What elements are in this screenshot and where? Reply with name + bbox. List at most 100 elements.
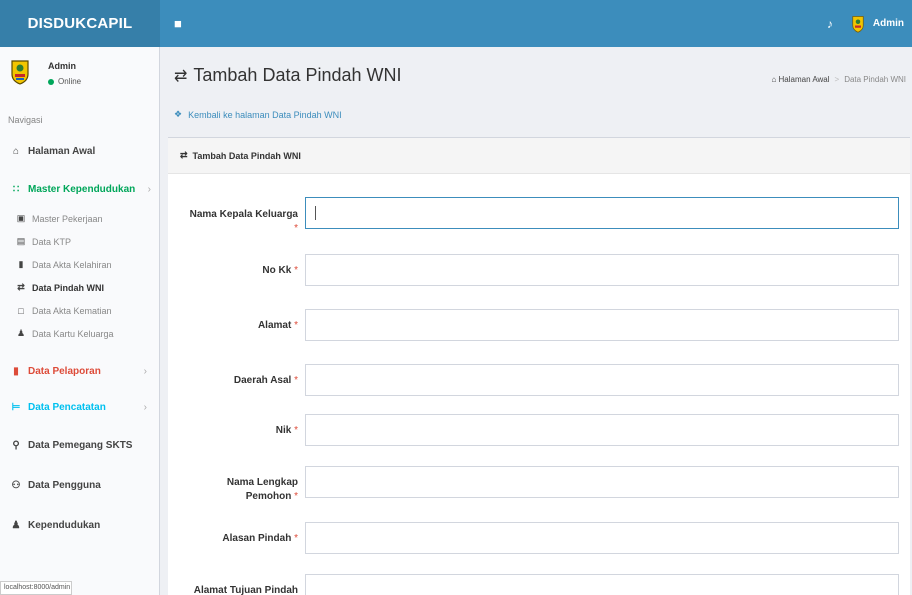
sidebar-item-label: Master Kependudukan xyxy=(28,183,136,195)
breadcrumb-home-label: Halaman Awal xyxy=(778,75,830,84)
alasan-pindah-input[interactable] xyxy=(305,522,899,554)
sidebar-subitem-label: Data Akta Kelahiran xyxy=(32,259,112,270)
sidebar-subitem-data-kartu-keluarga[interactable]: ♟ Data Kartu Keluarga xyxy=(0,322,159,345)
app-logo[interactable]: DISDUKCAPIL xyxy=(0,0,160,47)
field-label-text: No Kk xyxy=(262,265,292,276)
field-label-text: Alamat Tujuan Pindah xyxy=(193,585,298,595)
user-name: Admin xyxy=(48,61,76,71)
sidebar-item-data-pengguna[interactable]: ⚇ Data Pengguna xyxy=(0,465,159,505)
field-label-nama-lengkap-pemohon: Nama Lengkap Pemohon * xyxy=(227,476,298,504)
sidebar-item-label: Data Pemegang SKTS xyxy=(28,439,133,451)
field-label-alamat: Alamat * xyxy=(258,319,298,333)
sidebar: Admin Online Navigasi ⌂ Halaman Awal ∷ M… xyxy=(0,47,160,595)
sidebar-subitem-data-akta-kelahiran[interactable]: ▮ Data Akta Kelahiran xyxy=(0,253,159,276)
nav-header: Navigasi xyxy=(8,115,43,125)
users-icon: ⚇ xyxy=(11,479,21,491)
book-icon: ▮ xyxy=(13,365,19,377)
form-box-header: ⇄ Tambah Data Pindah WNI xyxy=(168,138,910,174)
field-label-nama-kepala-keluarga: Nama Kepala Keluarga * xyxy=(190,208,298,236)
required-marker: * xyxy=(294,223,298,234)
exchange-icon: ⇄ xyxy=(174,67,188,85)
field-label-alasan-pindah: Alasan Pindah * xyxy=(222,532,298,546)
field-label-text: Nik xyxy=(275,425,292,436)
page-title: ⇄ Tambah Data Pindah WNI xyxy=(174,65,402,86)
user-avatar[interactable] xyxy=(849,15,867,33)
form-box-title: Tambah Data Pindah WNI xyxy=(192,150,301,161)
sidebar-subitem-label: Data Pindah WNI xyxy=(32,282,105,293)
field-label-text: Pemohon xyxy=(245,491,292,502)
exchange-icon: ⇄ xyxy=(180,150,188,160)
bars-icon[interactable]: ■ xyxy=(174,16,182,31)
sidebar-subitem-data-akta-kematian[interactable]: □ Data Akta Kematian xyxy=(0,299,159,322)
id-card-icon: ▤ xyxy=(16,236,26,246)
form-box: ⇄ Tambah Data Pindah WNI Nama Kepala Kel… xyxy=(168,137,910,595)
breadcrumb-separator: > xyxy=(834,75,840,84)
online-dot-icon xyxy=(48,78,54,85)
back-link[interactable]: ❖ Kembali ke halaman Data Pindah WNI xyxy=(174,109,342,120)
breadcrumb-current: Data Pindah WNI xyxy=(844,75,906,84)
nama-kepala-keluarga-input[interactable] xyxy=(305,197,899,229)
nik-input[interactable] xyxy=(305,414,899,446)
daerah-asal-input[interactable] xyxy=(305,364,899,396)
top-navbar: DISDUKCAPIL ■ ♪ Admin xyxy=(0,0,912,47)
sidebar-item-data-pemegang-skts[interactable]: ⚲ Data Pemegang SKTS xyxy=(0,425,159,465)
required-marker: * xyxy=(294,375,298,386)
sidebar-subitem-data-ktp[interactable]: ▤ Data KTP xyxy=(0,230,159,253)
exchange-icon: ⇄ xyxy=(17,282,25,292)
sidebar-subitem-label: Master Pekerjaan xyxy=(32,213,103,224)
square-icon: □ xyxy=(18,305,24,316)
sidebar-item-label: Data Pengguna xyxy=(28,479,101,491)
save-icon: ▣ xyxy=(16,213,26,223)
sidebar-subitem-master-pekerjaan[interactable]: ▣ Master Pekerjaan xyxy=(0,207,159,230)
field-label-text: Daerah Asal xyxy=(233,375,292,386)
sidebar-item-data-pencatatan[interactable]: ⊨ Data Pencatatan › xyxy=(0,389,159,425)
content-wrapper: ⇄ Tambah Data Pindah WNI ⌂ Halaman Awal … xyxy=(160,47,912,595)
sidebar-subitem-label: Data KTP xyxy=(32,236,72,247)
user-panel: Admin Online xyxy=(0,47,159,109)
field-label-daerah-asal: Daerah Asal * xyxy=(234,374,298,388)
arrow-circle-left-icon: ❖ xyxy=(174,109,183,119)
back-link-label: Kembali ke halaman Data Pindah WNI xyxy=(188,109,342,120)
user-status: Online xyxy=(48,77,81,86)
text-caret xyxy=(315,206,316,220)
grid-icon: ∷ xyxy=(12,183,20,195)
user-icon: ♟ xyxy=(11,519,21,531)
status-label: Online xyxy=(58,77,82,86)
header-username[interactable]: Admin xyxy=(873,18,904,29)
sidebar-subitem-data-pindah-wni[interactable]: ⇄ Data Pindah WNI xyxy=(0,276,159,299)
sidebar-item-label: Halaman Awal xyxy=(28,145,96,157)
no-kk-input[interactable] xyxy=(305,254,899,286)
search-icon: ⚲ xyxy=(12,439,20,451)
sidebar-item-kependudukan[interactable]: ♟ Kependudukan xyxy=(0,505,159,545)
user-avatar xyxy=(11,60,29,85)
field-label-text: Nama Kepala Keluarga xyxy=(189,209,298,220)
page-title-text: Tambah Data Pindah WNI xyxy=(193,65,402,85)
alamat-tujuan-pindah-input[interactable] xyxy=(305,574,899,595)
sidebar-item-data-pelaporan[interactable]: ▮ Data Pelaporan › xyxy=(0,353,159,389)
nama-lengkap-pemohon-input[interactable] xyxy=(305,466,899,498)
breadcrumb: ⌂ Halaman Awal > Data Pindah WNI xyxy=(771,75,906,84)
required-marker: * xyxy=(294,491,298,502)
field-label-text: Alamat xyxy=(257,320,292,331)
chevron-right-icon: › xyxy=(143,401,147,413)
required-marker: * xyxy=(294,425,298,436)
field-label-text: Alasan Pindah xyxy=(222,533,292,544)
field-label-no-kk: No Kk * xyxy=(262,264,298,278)
breadcrumb-home[interactable]: ⌂ Halaman Awal xyxy=(771,75,829,84)
bell-icon[interactable]: ♪ xyxy=(827,17,833,31)
required-marker: * xyxy=(294,533,298,544)
sidebar-item-halaman-awal[interactable]: ⌂ Halaman Awal xyxy=(0,131,159,171)
field-label-text: Nama Lengkap xyxy=(226,477,298,488)
status-bar-url: localhost:8000/admin xyxy=(0,581,72,595)
user-icon: ♟ xyxy=(16,328,26,338)
sidebar-item-label: Data Pelaporan xyxy=(28,365,101,377)
alamat-input[interactable] xyxy=(305,309,899,341)
chevron-down-icon: › xyxy=(147,183,151,195)
text-cursor-icon: ⊨ xyxy=(11,401,21,413)
required-marker: * xyxy=(294,320,298,331)
book-icon: ▮ xyxy=(18,259,24,269)
sidebar-subitem-label: Data Kartu Keluarga xyxy=(32,328,114,339)
home-icon: ⌂ xyxy=(12,145,20,157)
sidebar-item-master-kependudukan[interactable]: ∷ Master Kependudukan › xyxy=(0,171,159,207)
chevron-right-icon: › xyxy=(143,365,147,377)
